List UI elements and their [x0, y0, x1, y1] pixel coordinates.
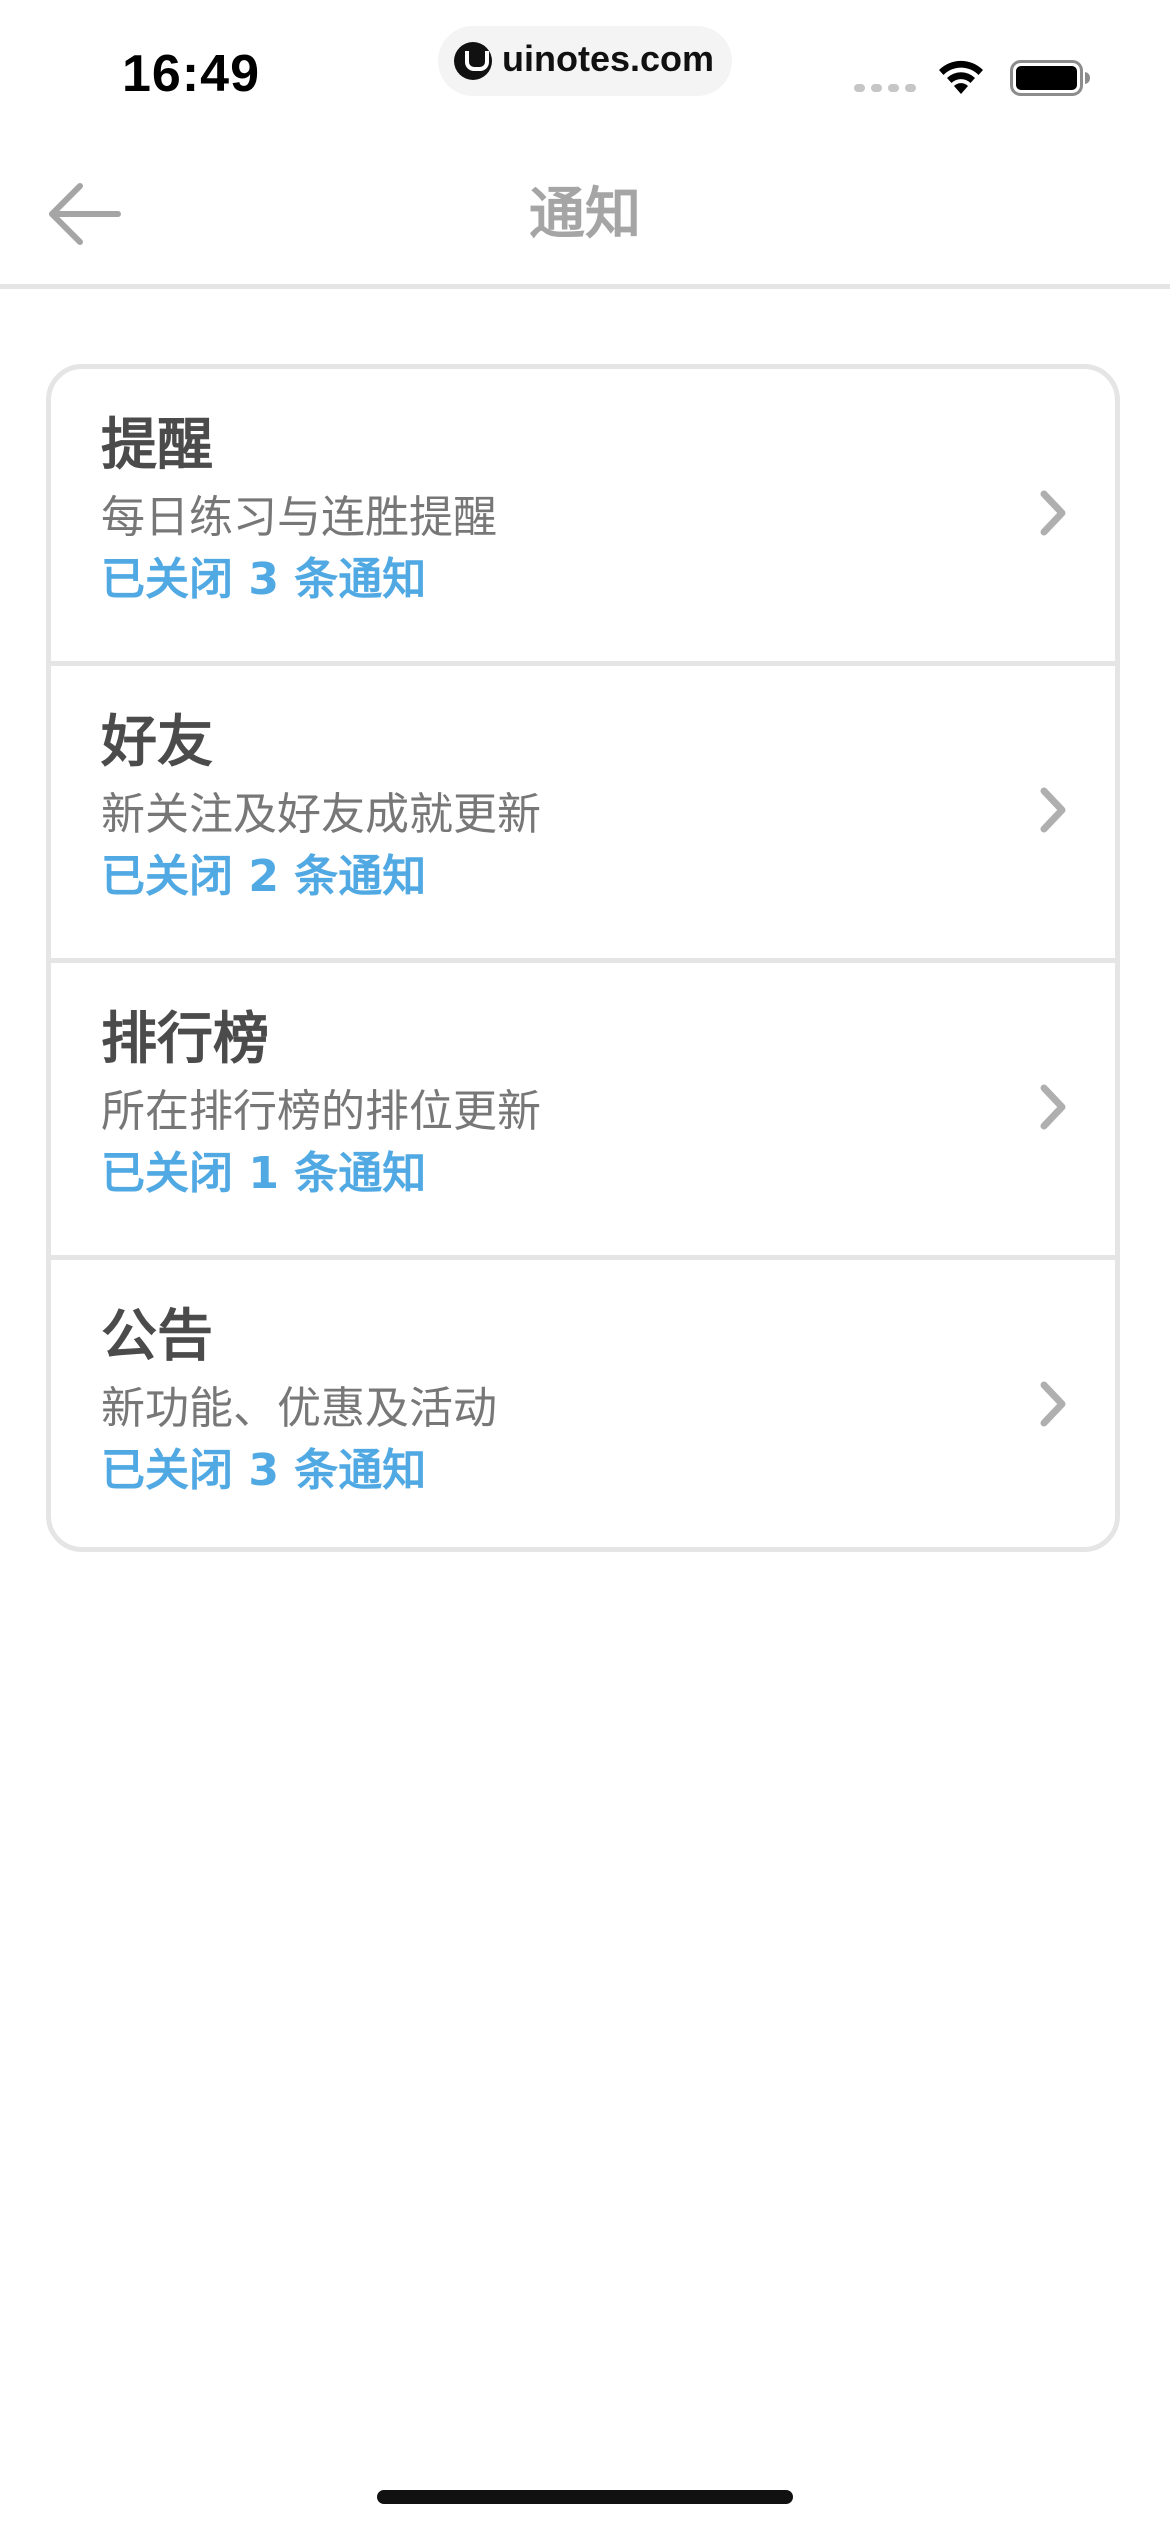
row-title: 排行榜 — [101, 1007, 269, 1072]
page-title: 通知 — [529, 182, 641, 247]
chevron-right-icon — [1040, 787, 1066, 833]
row-title: 好友 — [101, 710, 213, 775]
row-description: 每日练习与连胜提醒 — [101, 492, 497, 543]
row-description: 新功能、优惠及活动 — [101, 1383, 497, 1434]
notification-row-announcements[interactable]: 公告 新功能、优惠及活动 已关闭 3 条通知 — [51, 1260, 1115, 1547]
row-title: 提醒 — [101, 413, 213, 478]
nav-divider — [0, 284, 1170, 289]
row-status: 已关闭 1 条通知 — [101, 1148, 427, 1199]
notification-row-friends[interactable]: 好友 新关注及好友成就更新 已关闭 2 条通知 — [51, 666, 1115, 963]
url-text: uinotes.com — [502, 38, 715, 79]
row-description: 所在排行榜的排位更新 — [101, 1086, 541, 1137]
notification-row-reminders[interactable]: 提醒 每日练习与连胜提醒 已关闭 3 条通知 — [51, 369, 1115, 666]
chevron-right-icon — [1040, 1084, 1066, 1130]
notification-settings-card: 提醒 每日练习与连胜提醒 已关闭 3 条通知 好友 新关注及好友成就更新 已关闭… — [46, 364, 1120, 1552]
wifi-icon — [939, 60, 983, 94]
home-indicator[interactable] — [377, 2490, 793, 2504]
chevron-right-icon — [1040, 1381, 1066, 1427]
row-status: 已关闭 2 条通知 — [101, 851, 427, 902]
status-bar: 16:49 uinotes.com — [0, 0, 1170, 140]
notification-row-leaderboard[interactable]: 排行榜 所在排行榜的排位更新 已关闭 1 条通知 — [51, 963, 1115, 1260]
battery-icon — [1010, 60, 1090, 96]
signal-icon — [854, 84, 916, 92]
row-description: 新关注及好友成就更新 — [101, 789, 541, 840]
chevron-right-icon — [1040, 490, 1066, 536]
row-status: 已关闭 3 条通知 — [101, 554, 427, 605]
row-title: 公告 — [101, 1304, 213, 1369]
url-pill[interactable]: uinotes.com — [438, 26, 732, 96]
row-status: 已关闭 3 条通知 — [101, 1445, 427, 1496]
status-time: 16:49 — [122, 45, 260, 103]
site-logo-icon — [454, 42, 492, 80]
